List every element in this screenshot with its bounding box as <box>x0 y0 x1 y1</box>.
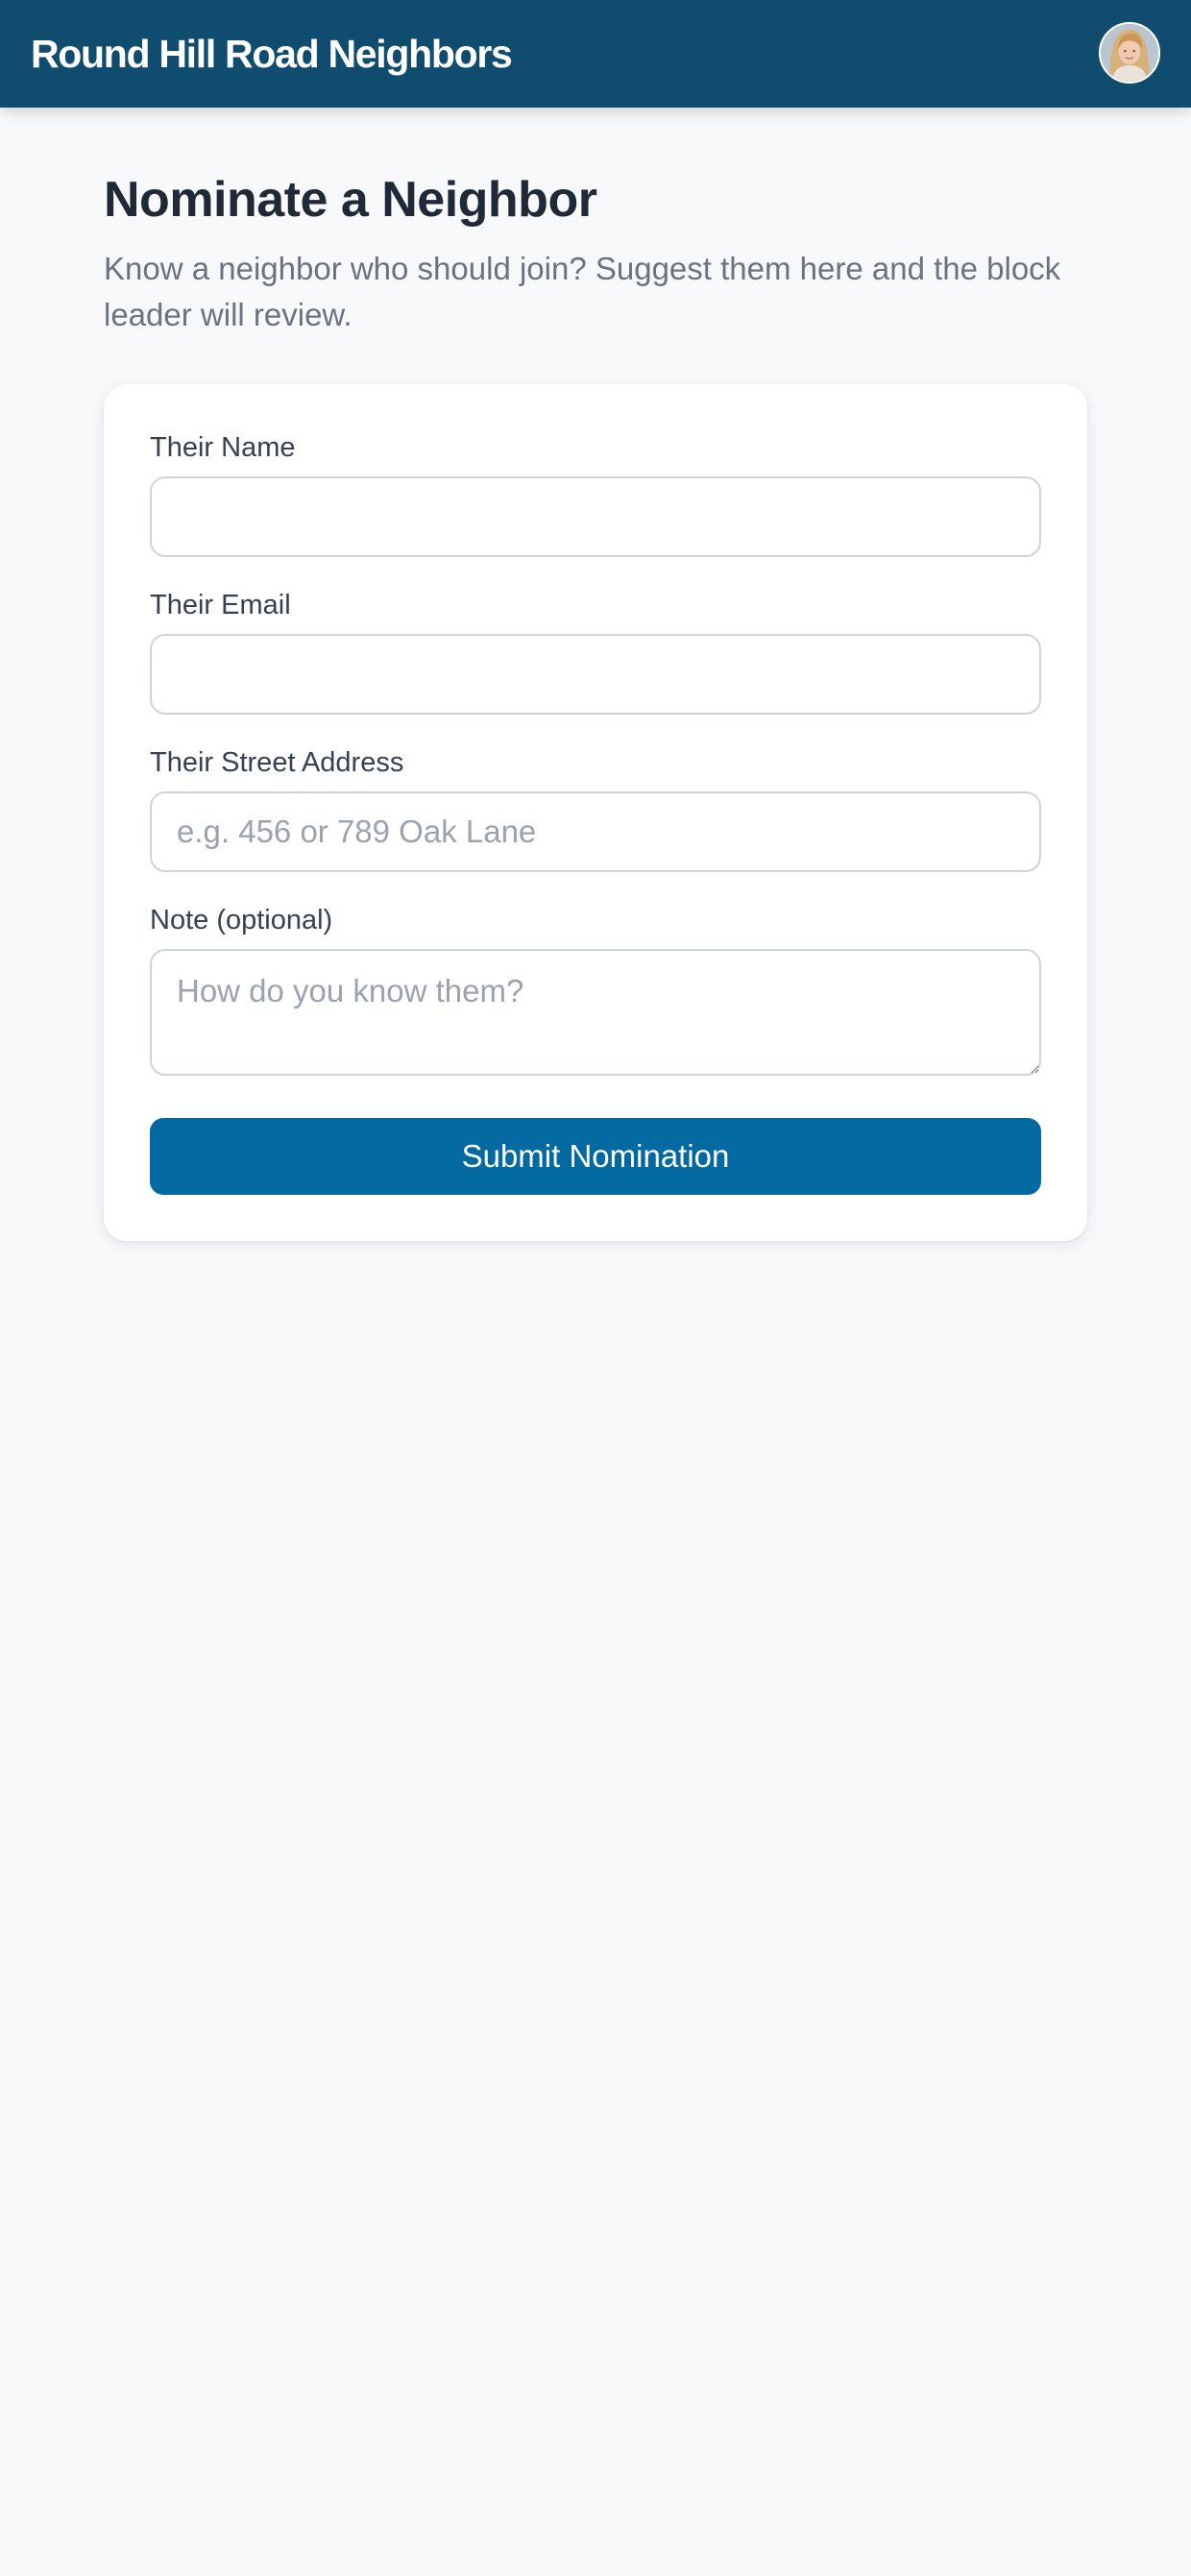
user-avatar[interactable] <box>1099 22 1160 84</box>
page-intro: Know a neighbor who should join? Suggest… <box>104 251 1061 332</box>
address-input[interactable] <box>150 791 1041 872</box>
name-label: Their Name <box>150 432 296 463</box>
app-title: Round Hill Road Neighbors <box>31 32 513 76</box>
note-textarea[interactable] <box>150 949 1041 1076</box>
nomination-form: Their Name Their Email Their Street Addr… <box>104 384 1087 1241</box>
address-label: Their Street Address <box>150 747 404 778</box>
email-label: Their Email <box>150 590 291 620</box>
app-header: Round Hill Road Neighbors <box>0 0 1191 108</box>
user-avatar-photo <box>1101 24 1158 82</box>
note-label: Note (optional) <box>150 905 333 936</box>
email-input[interactable] <box>150 634 1041 715</box>
page-title: Nominate a Neighbor <box>104 172 597 228</box>
name-input[interactable] <box>150 476 1041 557</box>
submit-nomination-button[interactable]: Submit Nomination <box>150 1118 1041 1195</box>
